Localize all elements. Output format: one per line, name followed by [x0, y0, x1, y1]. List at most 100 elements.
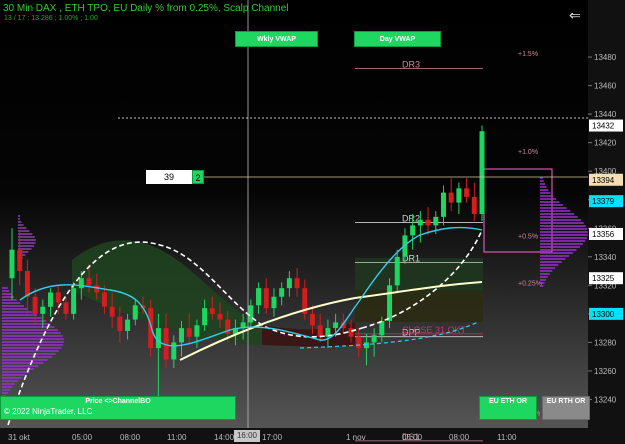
- profile-row: [2, 305, 24, 307]
- price-marker-label: 13379: [592, 197, 615, 206]
- candle-body: [109, 306, 115, 317]
- profile-row: [2, 347, 62, 349]
- profile-row: [2, 320, 47, 322]
- time-tick-label: 08:00: [449, 433, 470, 442]
- profile-row: [540, 183, 545, 185]
- candle-body: [356, 336, 362, 349]
- time-tick-label: 31 okt: [8, 433, 31, 442]
- profile-row: [2, 329, 58, 331]
- candle-body: [371, 335, 377, 343]
- profile-row: [540, 186, 547, 188]
- profile-row: [540, 180, 544, 182]
- profile-row: [2, 314, 37, 316]
- profile-row: [18, 221, 22, 223]
- price-tick-label: 13280: [594, 338, 617, 347]
- profile-row: [2, 290, 10, 292]
- candle-body: [248, 305, 254, 323]
- candle-body: [279, 288, 285, 297]
- copyright-text: © 2022 NinjaTrader, LLC: [4, 407, 93, 416]
- level-label: CLOSE 31 OKT: [402, 325, 467, 335]
- profile-row: [18, 224, 24, 226]
- candle-body: [86, 278, 92, 286]
- candle-body: [263, 288, 269, 309]
- time-tick-label: 05:00: [402, 433, 423, 442]
- profile-row: [2, 335, 63, 337]
- candle-body: [333, 322, 339, 329]
- candle-body: [63, 302, 69, 314]
- candle-body: [94, 285, 100, 293]
- crosshair-value-input[interactable]: 39: [146, 170, 192, 184]
- profile-row: [540, 213, 575, 215]
- level-label: DR3: [402, 59, 420, 69]
- profile-row: [2, 287, 8, 289]
- candle-body: [125, 319, 131, 331]
- profile-row: [2, 392, 9, 394]
- profile-row: [540, 234, 588, 236]
- profile-row: [18, 218, 20, 220]
- candle-body: [179, 328, 185, 343]
- candle-body: [348, 328, 354, 337]
- candle-body: [202, 308, 208, 326]
- candle-body: [101, 292, 107, 307]
- percent-label: +1.0%: [518, 149, 538, 156]
- profile-row: [2, 377, 22, 379]
- chart-subtitle: 13 / 17 : 13 286 ; 1.00% ; 1.00: [4, 15, 98, 22]
- crosshair-time-label: 16:00: [234, 430, 260, 442]
- candle-body: [171, 342, 177, 360]
- candle-body: [440, 192, 446, 217]
- percent-label: +0.5%: [518, 233, 538, 240]
- eu-eth-or-button[interactable]: EU ETH OR: [479, 396, 537, 420]
- time-axis-background[interactable]: [0, 428, 625, 444]
- profile-row: [2, 383, 15, 385]
- candle-body: [24, 271, 30, 297]
- profile-row: [540, 267, 556, 269]
- candle-body: [71, 288, 77, 314]
- candle-body: [417, 219, 423, 226]
- time-tick-label: 17:00: [262, 433, 283, 442]
- profile-row: [540, 249, 577, 251]
- day-vwap-button[interactable]: Day VWAP: [354, 31, 441, 47]
- price-marker-label: 13300: [592, 310, 615, 319]
- profile-row: [540, 243, 583, 245]
- chart-title: 30 Min DAX , ETH TPO, EU Daily % from 0.…: [3, 3, 289, 14]
- profile-row: [540, 219, 581, 221]
- profile-row: [2, 359, 48, 361]
- time-tick-label: 14:00: [214, 433, 235, 442]
- profile-row: [540, 231, 588, 233]
- candle-body: [433, 216, 439, 226]
- candle-body: [209, 308, 215, 314]
- candle-body: [78, 278, 84, 289]
- profile-row: [18, 245, 35, 247]
- time-tick-label: 08:00: [120, 433, 141, 442]
- profile-row: [540, 273, 550, 275]
- candle-body: [309, 313, 315, 326]
- time-tick-label: 1 nov: [346, 433, 366, 442]
- time-tick-label: 11:00: [167, 433, 187, 442]
- candle-body: [479, 131, 485, 214]
- candle-body: [117, 316, 123, 331]
- chart-canvas[interactable]: WR1DR3DR2DR1DPPDS1CLOSE 31 OKT+1.5%+1.0%…: [0, 0, 625, 444]
- profile-row: [540, 207, 567, 209]
- candle-body: [387, 285, 393, 321]
- price-marker-label: 13432: [592, 122, 615, 131]
- profile-row: [540, 216, 578, 218]
- eu-rth-or-button[interactable]: EU RTH OR: [542, 396, 590, 420]
- candle-body: [40, 306, 46, 314]
- candle-body: [55, 292, 61, 303]
- profile-row: [540, 246, 580, 248]
- candle-body: [17, 249, 23, 272]
- collapse-arrow-icon[interactable]: ⇐: [569, 7, 581, 24]
- price-tick-label: 13260: [594, 367, 617, 376]
- price-marker-label: 13325: [592, 274, 615, 283]
- profile-row: [540, 279, 546, 281]
- wkly-vwap-button[interactable]: Wkly VWAP: [235, 31, 318, 47]
- candle-body: [471, 196, 477, 214]
- profile-row: [540, 261, 562, 263]
- candle-body: [217, 313, 223, 320]
- candle-body: [186, 328, 192, 337]
- profile-row: [2, 317, 42, 319]
- price-tick-label: 13340: [594, 253, 617, 262]
- candle-body: [256, 288, 262, 306]
- profile-row: [18, 215, 20, 217]
- price-axis-background[interactable]: [588, 0, 625, 428]
